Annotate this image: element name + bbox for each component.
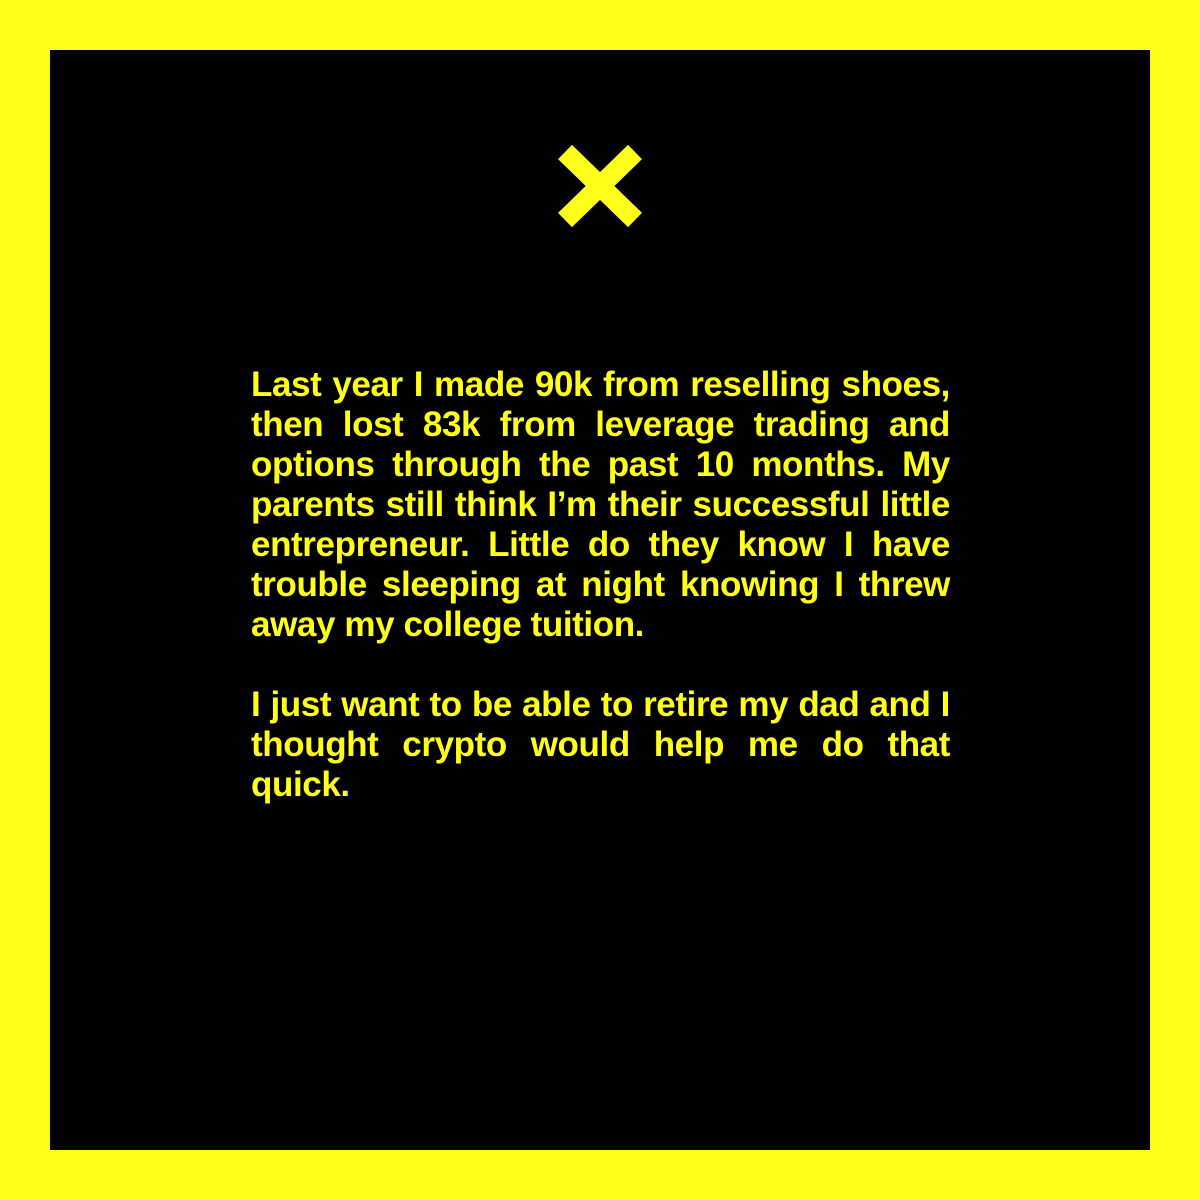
x-icon	[554, 142, 646, 230]
story-paragraph-1: Last year I made 90k from reselling shoe…	[251, 365, 950, 644]
story-paragraph-2: I just want to be able to retire my dad …	[251, 685, 950, 804]
story-text: Last year I made 90k from reselling shoe…	[251, 365, 950, 805]
page-background: { "colors": { "frame": "#FFFF1A", "panel…	[0, 0, 1200, 1200]
